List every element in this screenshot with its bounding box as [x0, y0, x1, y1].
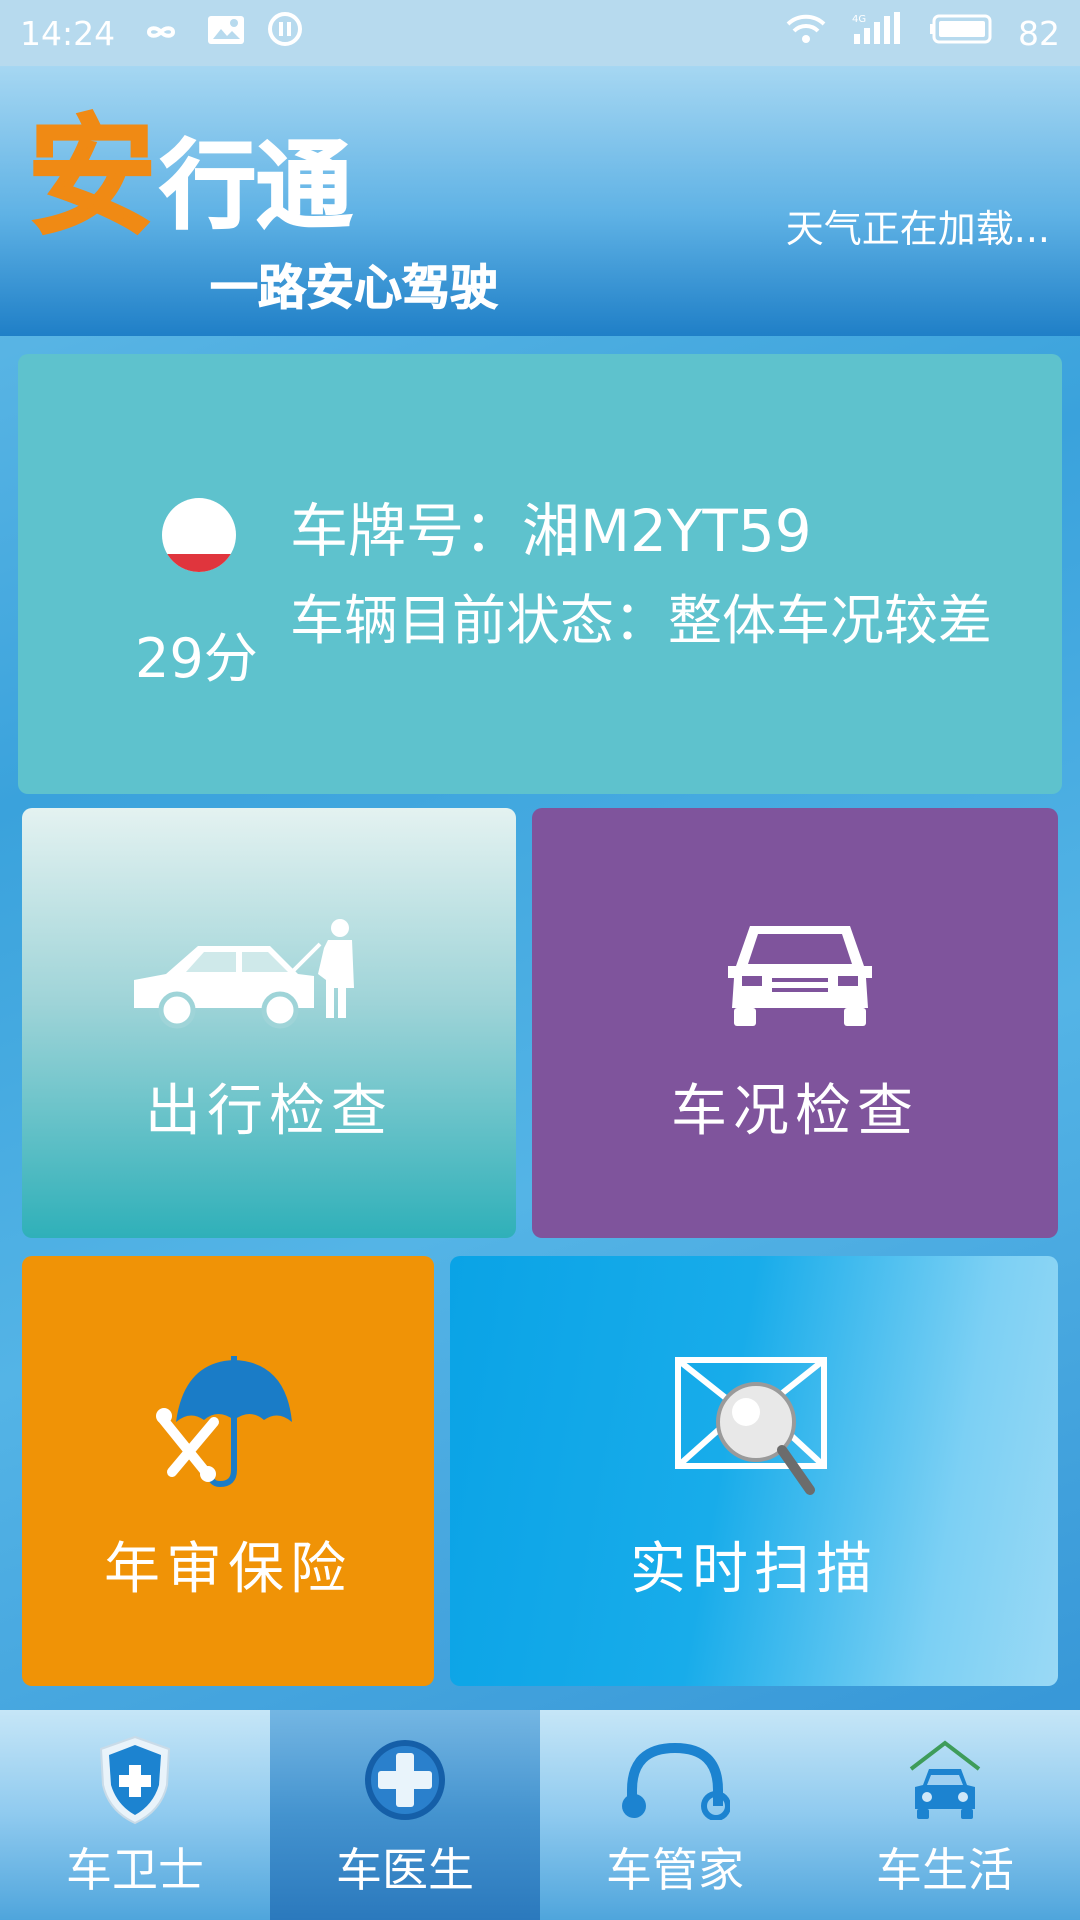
- inspection-insurance-tile[interactable]: 年审保险: [22, 1256, 434, 1686]
- plate-number: 湘M2YT59: [522, 497, 812, 565]
- image-notification-icon: [207, 14, 245, 53]
- bottom-nav: 车卫士 车医生 车管家 车生活: [0, 1710, 1080, 1920]
- car-repair-person-icon: [132, 918, 362, 1038]
- realtime-scan-label: 实时扫描: [630, 1537, 878, 1602]
- signal-4g-icon: 4G: [850, 12, 908, 54]
- vehicle-status-label: 车辆目前状态：: [290, 589, 668, 652]
- realtime-scan-tile[interactable]: 实时扫描: [450, 1256, 1058, 1686]
- nav-item-car-life[interactable]: 车生活: [810, 1710, 1080, 1920]
- pause-circle-icon: [267, 11, 303, 55]
- logo-accent-char: 安: [26, 103, 157, 252]
- nav-label-car-life: 车生活: [876, 1843, 1014, 1897]
- app-logo: 安 行通: [26, 102, 353, 252]
- score-gauge: [162, 498, 236, 572]
- car-front-icon: [722, 918, 878, 1034]
- vehicle-score: 29分: [135, 627, 258, 690]
- envelope-search-icon: [674, 1356, 830, 1500]
- medical-cross-icon: [350, 1732, 460, 1828]
- vehicle-status-line: 车辆目前状态： 整体车况较差: [290, 576, 992, 655]
- plate-label: 车牌号：: [290, 497, 523, 565]
- status-right: 4G 82: [784, 12, 1060, 54]
- vehicle-info-card[interactable]: 29分 车牌号： 湘M2YT59 车辆目前状态： 整体车况较差: [18, 354, 1062, 794]
- vehicle-status-value: 整体车况较差: [668, 589, 992, 652]
- battery-level: 82: [1018, 13, 1060, 53]
- status-time: 14:24: [20, 13, 116, 53]
- nav-label-car-guard: 车卫士: [66, 1843, 204, 1897]
- nav-label-car-doctor: 车医生: [336, 1843, 474, 1897]
- app-slogan: 一路安心驾驶: [209, 260, 499, 317]
- trip-check-label: 出行检查: [145, 1079, 393, 1144]
- trip-check-tile[interactable]: 出行检查: [22, 808, 516, 1238]
- nav-label-car-butler: 车管家: [606, 1843, 744, 1897]
- wifi-icon: [784, 12, 828, 54]
- logo-rest-text: 行通: [159, 130, 353, 242]
- condition-check-label: 车况检查: [671, 1079, 919, 1144]
- car-home-icon: [890, 1732, 1000, 1828]
- shield-icon: [80, 1732, 190, 1828]
- status-left: 14:24: [20, 11, 303, 55]
- nav-item-car-doctor[interactable]: 车医生: [270, 1710, 540, 1920]
- condition-check-tile[interactable]: 车况检查: [532, 808, 1058, 1238]
- status-bar: 14:24 4G 82: [0, 0, 1080, 66]
- infinity-icon: [137, 14, 185, 53]
- umbrella-tools-icon: [154, 1352, 294, 1496]
- headphones-icon: [620, 1732, 730, 1828]
- battery-icon: [930, 13, 996, 53]
- inspection-insurance-label: 年审保险: [104, 1537, 352, 1602]
- weather-status[interactable]: 天气正在加载...: [786, 198, 1050, 253]
- network-type-text: 4G: [852, 14, 866, 25]
- app-header: 安 行通 一路安心驾驶 天气正在加载...: [0, 66, 1080, 336]
- plate-line: 车牌号： 湘M2YT59: [290, 484, 812, 568]
- score-gauge-fill: [162, 554, 236, 572]
- nav-item-car-butler[interactable]: 车管家: [540, 1710, 810, 1920]
- nav-item-car-guard[interactable]: 车卫士: [0, 1710, 270, 1920]
